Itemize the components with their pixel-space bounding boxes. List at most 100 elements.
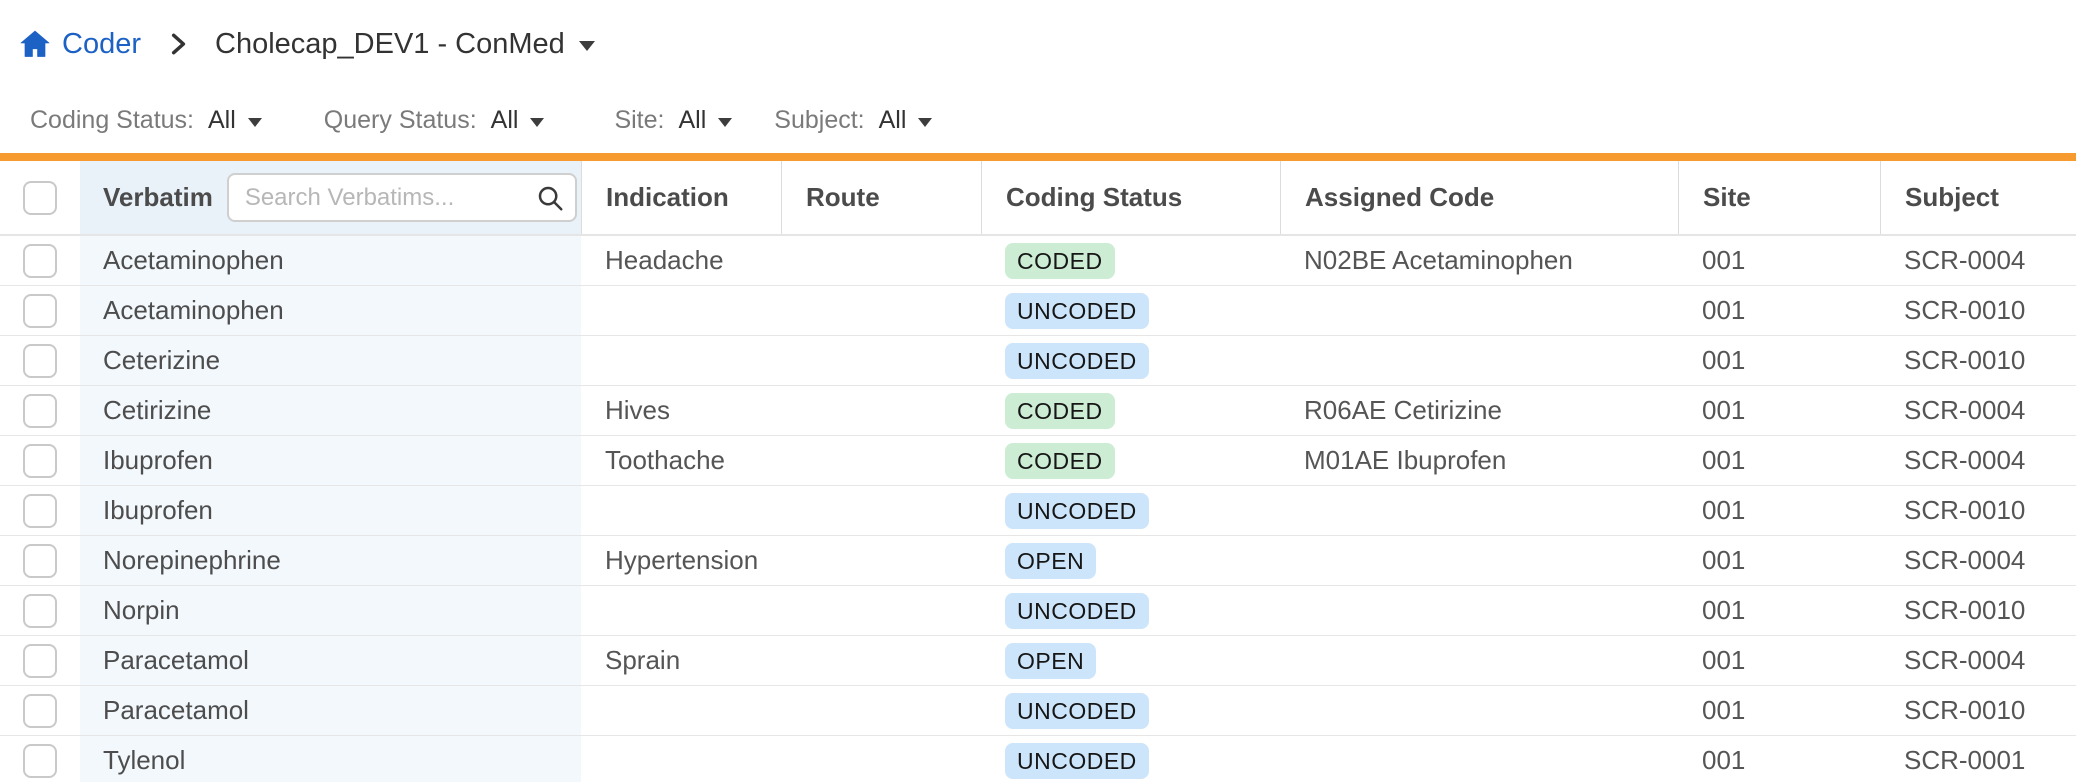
cell-verbatim: Ceterizine [80, 336, 581, 385]
cell-verbatim: Norepinephrine [80, 536, 581, 585]
row-checkbox-cell [0, 236, 80, 285]
cell-indication: Hypertension [581, 536, 781, 585]
cell-assigned-code [1280, 486, 1678, 535]
filter-subject-value: All [879, 106, 907, 135]
table-row[interactable]: Norepinephrine Hypertension OPEN 001 SCR… [0, 536, 2076, 586]
row-checkbox[interactable] [23, 344, 57, 378]
row-checkbox[interactable] [23, 544, 57, 578]
row-checkbox[interactable] [23, 244, 57, 278]
chevron-down-icon [718, 118, 732, 127]
status-badge: UNCODED [1005, 493, 1149, 529]
cell-site: 001 [1678, 636, 1880, 685]
header-route: Route [781, 161, 981, 234]
row-checkbox[interactable] [23, 744, 57, 778]
cell-assigned-code: M01AE Ibuprofen [1280, 436, 1678, 485]
row-checkbox-cell [0, 486, 80, 535]
cell-site: 001 [1678, 236, 1880, 285]
table-row[interactable]: Paracetamol UNCODED 001 SCR-0010 [0, 686, 2076, 736]
cell-route [781, 336, 981, 385]
table-row[interactable]: Acetaminophen Headache CODED N02BE Aceta… [0, 236, 2076, 286]
cell-coding-status: CODED [981, 386, 1280, 435]
cell-assigned-code [1280, 636, 1678, 685]
status-badge: UNCODED [1005, 743, 1149, 779]
status-badge: UNCODED [1005, 293, 1149, 329]
chevron-down-icon [579, 41, 595, 51]
search-input[interactable] [227, 173, 577, 222]
table-row[interactable]: Tylenol UNCODED 001 SCR-0001 [0, 736, 2076, 782]
cell-route [781, 486, 981, 535]
row-checkbox[interactable] [23, 694, 57, 728]
breadcrumb-coder-link[interactable]: Coder [62, 28, 141, 61]
filter-query-status[interactable]: Query Status: All [324, 106, 545, 135]
cell-indication [581, 586, 781, 635]
status-badge: UNCODED [1005, 693, 1149, 729]
cell-coding-status: UNCODED [981, 486, 1280, 535]
cell-verbatim: Paracetamol [80, 686, 581, 735]
cell-verbatim: Acetaminophen [80, 236, 581, 285]
row-checkbox-cell [0, 736, 80, 782]
search-icon[interactable] [535, 183, 565, 213]
cell-verbatim: Cetirizine [80, 386, 581, 435]
cell-coding-status: UNCODED [981, 736, 1280, 782]
cell-subject: SCR-0004 [1880, 436, 2076, 485]
cell-indication [581, 686, 781, 735]
cell-subject: SCR-0004 [1880, 236, 2076, 285]
select-all-checkbox[interactable] [23, 181, 57, 215]
cell-coding-status: CODED [981, 436, 1280, 485]
cell-site: 001 [1678, 536, 1880, 585]
cell-coding-status: UNCODED [981, 686, 1280, 735]
table-row[interactable]: Cetirizine Hives CODED R06AE Cetirizine … [0, 386, 2076, 436]
cell-indication [581, 336, 781, 385]
table-row[interactable]: Paracetamol Sprain OPEN 001 SCR-0004 [0, 636, 2076, 686]
home-icon [18, 27, 52, 61]
filter-query-status-label: Query Status: [324, 106, 477, 135]
header-indication: Indication [581, 161, 781, 234]
filter-subject[interactable]: Subject: All [774, 106, 932, 135]
header-verbatim: Verbatim [80, 161, 581, 234]
table-body: Acetaminophen Headache CODED N02BE Aceta… [0, 236, 2076, 782]
row-checkbox-cell [0, 286, 80, 335]
cell-subject: SCR-0010 [1880, 486, 2076, 535]
cell-subject: SCR-0010 [1880, 286, 2076, 335]
cell-subject: SCR-0010 [1880, 586, 2076, 635]
row-checkbox[interactable] [23, 644, 57, 678]
cell-coding-status: CODED [981, 236, 1280, 285]
cell-assigned-code [1280, 336, 1678, 385]
cell-verbatim: Tylenol [80, 736, 581, 782]
row-checkbox[interactable] [23, 444, 57, 478]
cell-subject: SCR-0010 [1880, 686, 2076, 735]
filter-site[interactable]: Site: All [614, 106, 732, 135]
study-selector-dropdown[interactable]: Cholecap_DEV1 - ConMed [215, 28, 595, 61]
table-row[interactable]: Ceterizine UNCODED 001 SCR-0010 [0, 336, 2076, 386]
cell-verbatim: Norpin [80, 586, 581, 635]
cell-site: 001 [1678, 286, 1880, 335]
cell-route [781, 736, 981, 782]
cell-coding-status: OPEN [981, 636, 1280, 685]
filter-coding-status-label: Coding Status: [30, 106, 194, 135]
cell-coding-status: UNCODED [981, 286, 1280, 335]
cell-indication [581, 286, 781, 335]
status-badge: CODED [1005, 443, 1115, 479]
table-row[interactable]: Ibuprofen Toothache CODED M01AE Ibuprofe… [0, 436, 2076, 486]
row-checkbox[interactable] [23, 394, 57, 428]
row-checkbox[interactable] [23, 494, 57, 528]
filter-coding-status[interactable]: Coding Status: All [30, 106, 262, 135]
chevron-right-icon [165, 29, 191, 59]
status-badge: CODED [1005, 393, 1115, 429]
cell-verbatim: Acetaminophen [80, 286, 581, 335]
table-row[interactable]: Ibuprofen UNCODED 001 SCR-0010 [0, 486, 2076, 536]
table-row[interactable]: Norpin UNCODED 001 SCR-0010 [0, 586, 2076, 636]
cell-coding-status: UNCODED [981, 586, 1280, 635]
table-row[interactable]: Acetaminophen UNCODED 001 SCR-0010 [0, 286, 2076, 336]
row-checkbox-cell [0, 586, 80, 635]
home-button[interactable] [18, 27, 52, 61]
cell-assigned-code: N02BE Acetaminophen [1280, 236, 1678, 285]
row-checkbox-cell [0, 386, 80, 435]
row-checkbox[interactable] [23, 594, 57, 628]
cell-assigned-code [1280, 536, 1678, 585]
filter-coding-status-value: All [208, 106, 236, 135]
cell-site: 001 [1678, 586, 1880, 635]
cell-indication [581, 736, 781, 782]
row-checkbox[interactable] [23, 294, 57, 328]
filter-subject-label: Subject: [774, 106, 864, 135]
